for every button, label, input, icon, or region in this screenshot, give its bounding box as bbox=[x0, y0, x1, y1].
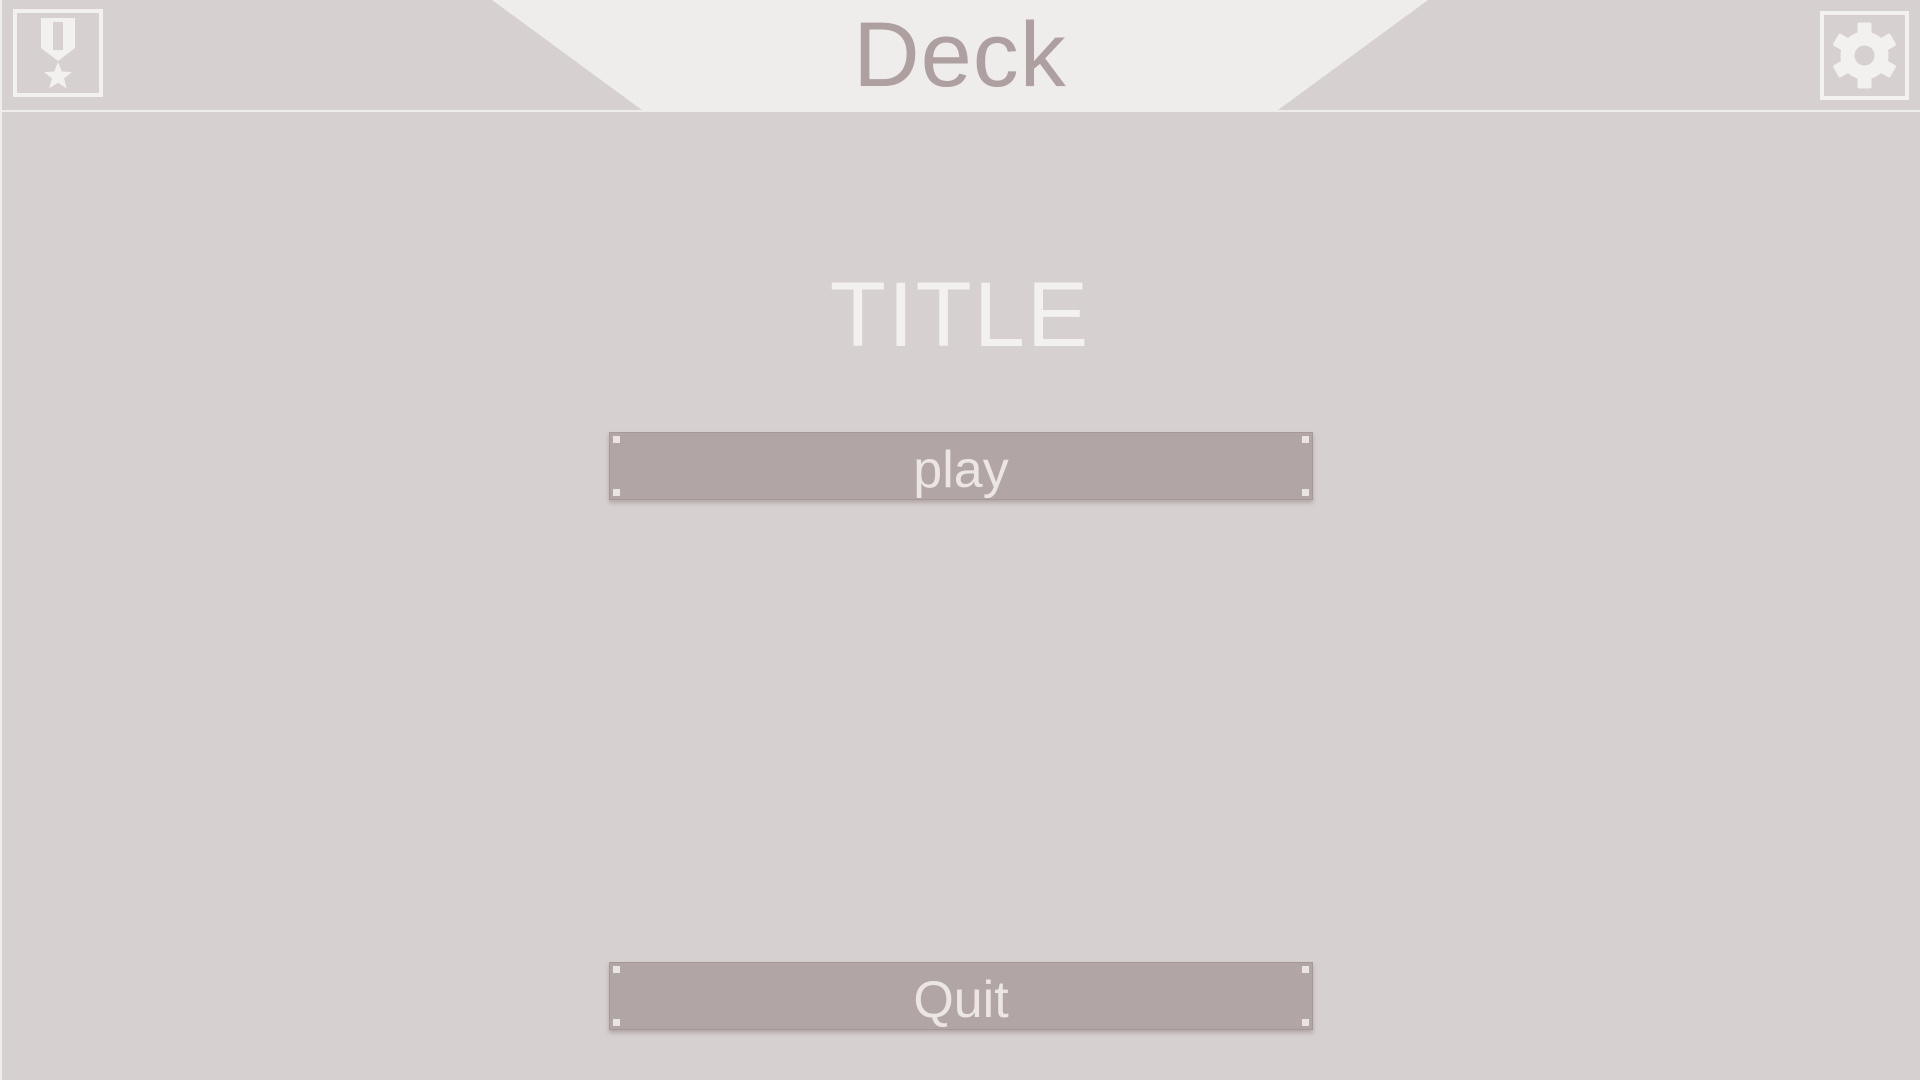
game-title: TITLE bbox=[829, 264, 1091, 366]
corner-marker bbox=[613, 489, 620, 496]
play-button-label: play bbox=[913, 441, 1009, 499]
left-edge-line bbox=[0, 0, 2, 1080]
corner-marker bbox=[613, 436, 620, 443]
corner-marker bbox=[1302, 1019, 1309, 1026]
corner-marker bbox=[613, 1019, 620, 1026]
corner-marker bbox=[613, 966, 620, 973]
gear-icon bbox=[1833, 22, 1896, 89]
quit-button-label: Quit bbox=[913, 971, 1009, 1029]
main-menu-screen: Deck TITLE play Quit bbox=[0, 0, 1920, 1080]
top-banner: Deck bbox=[0, 0, 1920, 112]
quit-button[interactable]: Quit bbox=[609, 962, 1313, 1030]
medal-icon bbox=[41, 18, 75, 89]
play-button[interactable]: play bbox=[609, 432, 1313, 500]
corner-marker bbox=[1302, 966, 1309, 973]
corner-marker bbox=[1302, 489, 1309, 496]
corner-marker bbox=[1302, 436, 1309, 443]
page-title: Deck bbox=[853, 4, 1067, 106]
achievements-button[interactable] bbox=[13, 9, 103, 97]
settings-button[interactable] bbox=[1820, 11, 1909, 100]
